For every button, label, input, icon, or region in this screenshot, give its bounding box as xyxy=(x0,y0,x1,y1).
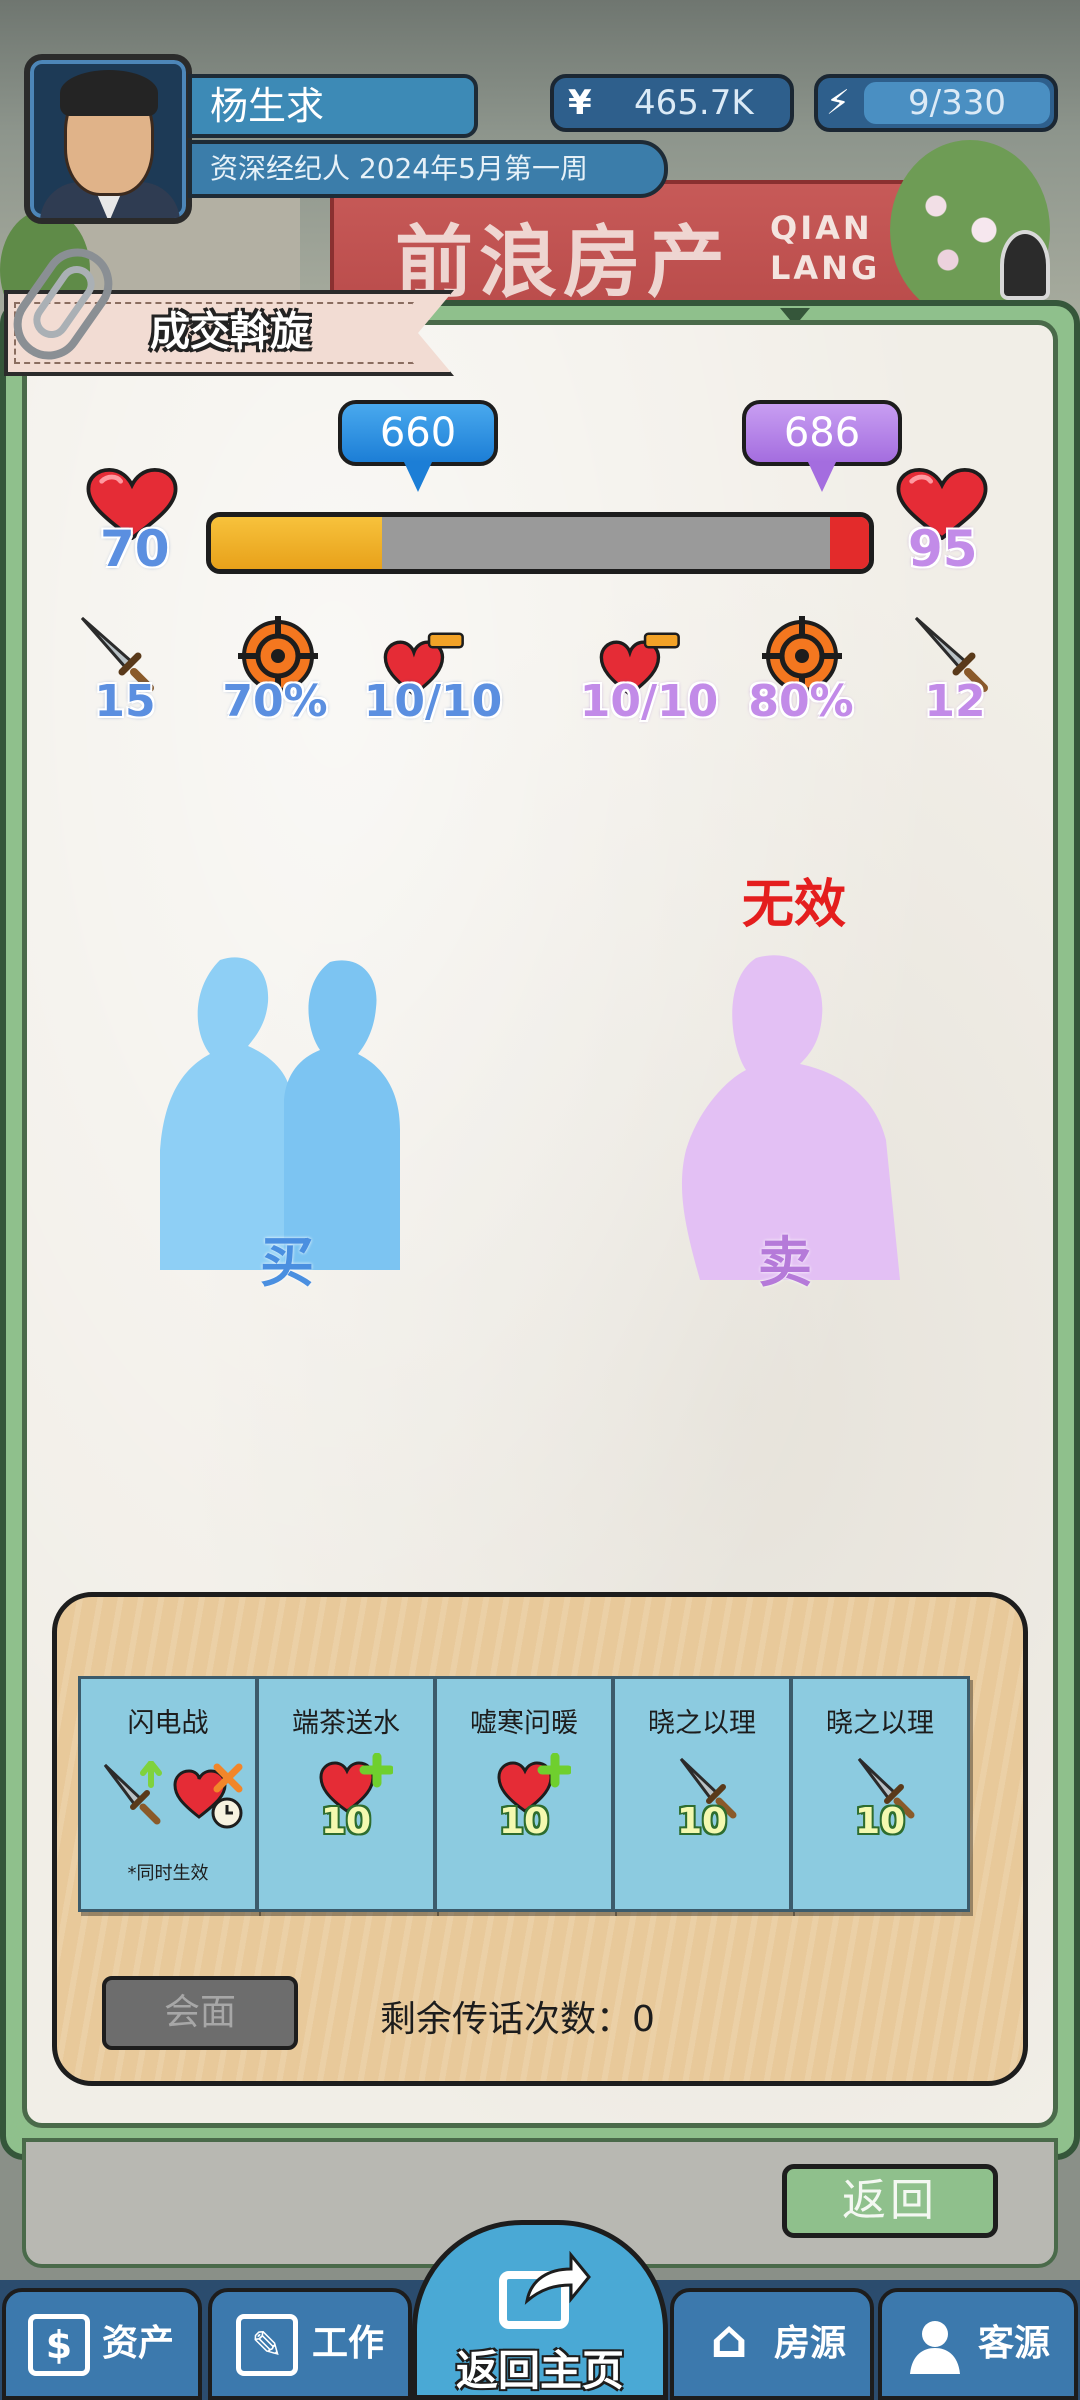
card-value: 10 xyxy=(676,1801,728,1842)
nav-home-label: 返回主页 xyxy=(455,2346,624,2395)
buyer-label: 买 xyxy=(260,1231,314,1294)
buyer-progress-fill xyxy=(211,517,383,569)
heart-cross-icon xyxy=(173,1763,243,1829)
energy-display[interactable]: ⚡ 9/330 xyxy=(814,74,1058,132)
price-gap-bar xyxy=(206,512,874,574)
nav-listings[interactable]: ⌂ 房源 xyxy=(670,2288,874,2400)
energy-value: 9/330 xyxy=(864,82,1050,124)
seller-attack-value: 12 xyxy=(924,676,986,727)
card-value: 10 xyxy=(320,1801,372,1842)
avatar-hair xyxy=(60,70,158,116)
card-value: 10 xyxy=(498,1801,550,1842)
seller-status-invalid: 无效 xyxy=(742,875,847,935)
seller-hp-value: 95 xyxy=(908,520,978,578)
buyer-heart-value: 10/10 xyxy=(363,676,503,727)
nav-assets-label: 资产 xyxy=(102,2323,175,2364)
seller-label: 卖 xyxy=(758,1231,812,1294)
nav-assets[interactable]: $ 资产 xyxy=(2,2288,202,2400)
nav-work[interactable]: ✎ 工作 xyxy=(208,2288,412,2400)
back-button[interactable]: 返回 xyxy=(782,2164,998,2238)
nav-work-label: 工作 xyxy=(312,2323,385,2364)
card-warm-greeting[interactable]: 嘘寒问暖 10 xyxy=(434,1676,614,1912)
seller-crit-value: 80% xyxy=(748,676,854,727)
office-sign-english-line1: QIAN xyxy=(770,209,873,247)
player-subtitle: 资深经纪人 2024年5月第一周 xyxy=(188,140,668,198)
panel-title: 成交斡旋 xyxy=(150,309,310,355)
money-display[interactable]: ¥ 465.7K xyxy=(550,74,794,132)
buyer-hp-value: 70 xyxy=(100,520,170,578)
seller-progress-fill xyxy=(829,517,869,569)
nav-clients[interactable]: 客源 xyxy=(878,2288,1078,2400)
card-lightning-war[interactable]: 闪电战 *同时生效 xyxy=(78,1676,258,1912)
office-sign-english-line2: LANG xyxy=(770,249,881,287)
player-name: 杨生求 xyxy=(188,74,478,138)
buyer-price-bubble: 660 xyxy=(338,400,498,466)
player-avatar[interactable] xyxy=(24,54,192,224)
person-icon xyxy=(904,2314,966,2376)
buyer-crit-value: 70% xyxy=(222,676,328,727)
edit-icon: ✎ xyxy=(236,2314,298,2376)
money-value: 465.7K xyxy=(634,83,754,123)
card-title: 晓之以理 xyxy=(826,1708,934,1739)
nav-listings-label: 房源 xyxy=(774,2323,847,2364)
share-arrow-icon xyxy=(499,2250,591,2329)
nav-home[interactable]: 返回主页 xyxy=(412,2220,668,2400)
seller-heart-value: 10/10 xyxy=(579,676,719,727)
card-title: 端茶送水 xyxy=(292,1708,400,1739)
meet-button[interactable]: 会面 xyxy=(102,1976,298,2050)
card-value: 10 xyxy=(854,1801,906,1842)
card-reasoning-1[interactable]: 晓之以理 10 xyxy=(612,1676,792,1912)
dollar-icon: $ xyxy=(28,2314,90,2376)
card-serve-tea[interactable]: 端茶送水 10 xyxy=(256,1676,436,1912)
street-lamp xyxy=(1000,230,1050,300)
card-reasoning-2[interactable]: 晓之以理 10 xyxy=(790,1676,970,1912)
card-note: *同时生效 xyxy=(127,1863,209,1884)
lightning-icon: ⚡ xyxy=(826,83,850,123)
remaining-messages-count: 剩余传话次数：0 xyxy=(380,1999,655,2040)
nav-clients-label: 客源 xyxy=(978,2323,1051,2364)
buyer-attack-value: 15 xyxy=(94,676,156,727)
yen-icon: ¥ xyxy=(568,83,592,123)
office-sign-english: QIAN LANG xyxy=(770,208,890,288)
card-title: 嘘寒问暖 xyxy=(470,1708,578,1739)
seller-price-bubble: 686 xyxy=(742,400,902,466)
sword-up-icon xyxy=(103,1761,162,1825)
card-title: 晓之以理 xyxy=(648,1708,756,1739)
card-title: 闪电战 xyxy=(127,1708,209,1739)
house-icon: ⌂ xyxy=(710,2310,748,2370)
